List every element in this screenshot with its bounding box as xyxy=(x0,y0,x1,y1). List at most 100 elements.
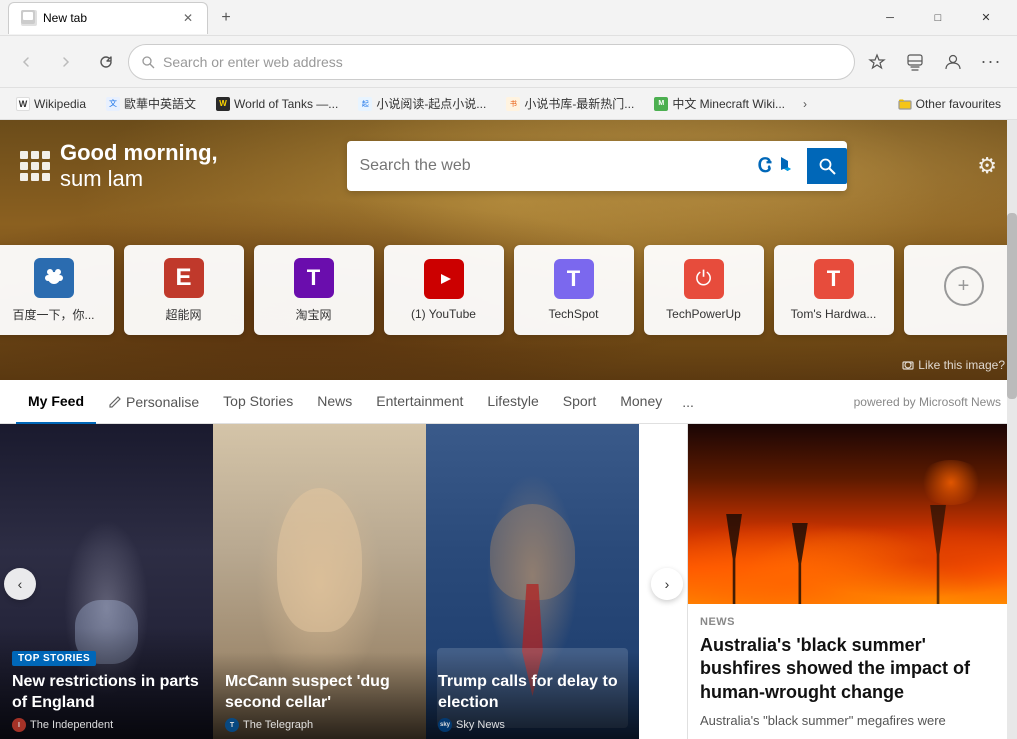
greeting-container: Good morning, sum lam xyxy=(20,140,218,192)
feed-section: My Feed Personalise Top Stories News Ent… xyxy=(0,380,1017,739)
bookmark-worldoftanks[interactable]: W World of Tanks —... xyxy=(208,95,346,113)
source-icon-2: T xyxy=(225,718,239,732)
scrollbar-thumb[interactable] xyxy=(1007,213,1017,399)
feed-tabs: My Feed Personalise Top Stories News Ent… xyxy=(0,380,1017,424)
bookmarks-more-button[interactable]: › xyxy=(799,95,811,113)
news-badge-1: TOP STORIES xyxy=(12,651,96,666)
carousel-prev-button[interactable]: ‹ xyxy=(4,568,36,600)
quick-link-youtube[interactable]: (1) YouTube xyxy=(384,245,504,335)
maximize-button[interactable]: □ xyxy=(915,2,961,34)
browser-frame: New tab ✕ + ─ □ ✕ Search or enter web ad… xyxy=(0,0,1017,739)
side-news-category: NEWS xyxy=(700,616,1005,628)
tab-my-feed[interactable]: My Feed xyxy=(16,380,96,424)
tab-close-button[interactable]: ✕ xyxy=(181,9,195,27)
close-button[interactable]: ✕ xyxy=(963,2,1009,34)
quick-link-chaoneng[interactable]: E 超能网 xyxy=(124,245,244,335)
bookmark-label: 歐華中英語文 xyxy=(124,95,196,112)
news-grid: ‹ TOP STORIES New restrictions in p xyxy=(0,424,1017,739)
like-image-label: Like this image? xyxy=(918,358,1005,372)
address-bar[interactable]: Search or enter web address xyxy=(128,44,855,80)
collections-button[interactable] xyxy=(897,44,933,80)
scrollbar[interactable] xyxy=(1007,120,1017,739)
xiaoshuo-icon: 书 xyxy=(506,97,520,111)
account-button[interactable] xyxy=(935,44,971,80)
other-favourites-label: Other favourites xyxy=(916,97,1001,111)
hero-search-input[interactable] xyxy=(359,157,750,175)
minecraft-icon: M xyxy=(654,97,668,111)
page-content: Good morning, sum lam Ꮳ xyxy=(0,120,1017,739)
tab-money[interactable]: Money xyxy=(608,380,674,424)
bookmark-label: 中文 Minecraft Wiki... xyxy=(672,95,785,112)
nav-icons: ··· xyxy=(859,44,1009,80)
hero-search-button[interactable] xyxy=(807,148,847,184)
baidu-icon xyxy=(34,258,74,298)
hero-top-area: Good morning, sum lam Ꮳ xyxy=(0,140,1017,192)
bookmark-qidian[interactable]: 起 小说阅读-起点小说... xyxy=(350,93,494,114)
side-news-description: Australia's "black summer" megafires wer… xyxy=(700,712,1005,730)
quick-link-taobao[interactable]: T 淘宝网 xyxy=(254,245,374,335)
taobao-icon: T xyxy=(294,258,334,298)
bookmark-label: World of Tanks —... xyxy=(234,97,338,111)
title-bar: New tab ✕ + ─ □ ✕ xyxy=(0,0,1017,36)
hero-section: Good morning, sum lam Ꮳ xyxy=(0,120,1017,380)
quick-link-label-youtube: (1) YouTube xyxy=(411,307,476,321)
quick-link-techpowerup[interactable]: ⏻ TechPowerUp xyxy=(644,245,764,335)
like-image-button[interactable]: Like this image? xyxy=(902,358,1005,372)
quick-links: 百度一下，你... E 超能网 T 淘宝网 (1) YouTube xyxy=(0,245,1017,335)
quick-link-label-techspot: TechSpot xyxy=(548,307,598,321)
apps-icon[interactable] xyxy=(20,151,50,181)
tab-news[interactable]: News xyxy=(305,380,364,424)
news-overlay-3: Trump calls for delay to election sky Sk… xyxy=(426,652,639,739)
personalise-tab[interactable]: Personalise xyxy=(96,380,211,424)
news-title-2: McCann suspect 'dug second cellar' xyxy=(225,672,414,714)
quick-link-techspot[interactable]: T TechSpot xyxy=(514,245,634,335)
tab-sport[interactable]: Sport xyxy=(551,380,608,424)
quick-link-label-baidu: 百度一下，你... xyxy=(12,306,94,323)
worldoftanks-icon: W xyxy=(216,97,230,111)
quick-link-label-chaoneng: 超能网 xyxy=(165,306,201,323)
tab-lifestyle[interactable]: Lifestyle xyxy=(475,380,550,424)
bookmark-minecraft[interactable]: M 中文 Minecraft Wiki... xyxy=(646,93,793,114)
quick-link-add[interactable]: + xyxy=(904,245,1017,335)
window-controls: ─ □ ✕ xyxy=(867,2,1009,34)
side-news[interactable]: NEWS Australia's 'black summer' bushfire… xyxy=(687,424,1017,739)
news-title-1: New restrictions in parts of England xyxy=(12,672,201,714)
bookmark-ouhua[interactable]: 文 歐華中英語文 xyxy=(98,93,204,114)
minimize-button[interactable]: ─ xyxy=(867,2,913,34)
news-title-3: Trump calls for delay to election xyxy=(438,672,627,714)
new-tab-button[interactable]: + xyxy=(212,4,240,32)
youtube-icon xyxy=(424,259,464,299)
bookmark-label: 小说书库-最新热门... xyxy=(524,95,634,112)
refresh-button[interactable] xyxy=(88,44,124,80)
quick-link-label-tomshardware: Tom's Hardwa... xyxy=(791,307,877,321)
side-news-image xyxy=(688,424,1017,604)
tab-entertainment[interactable]: Entertainment xyxy=(364,380,475,424)
news-source-3: sky Sky News xyxy=(438,718,627,732)
news-item-2[interactable]: McCann suspect 'dug second cellar' T The… xyxy=(213,424,426,739)
feed-tabs-more[interactable]: ... xyxy=(674,380,702,424)
settings-button[interactable]: ⚙ xyxy=(977,153,997,179)
bookmark-label: 小说阅读-起点小说... xyxy=(376,95,486,112)
add-icon: + xyxy=(944,266,984,306)
bookmark-wikipedia[interactable]: W Wikipedia xyxy=(8,95,94,113)
back-button[interactable] xyxy=(8,44,44,80)
chaoneng-icon: E xyxy=(164,258,204,298)
search-icon xyxy=(141,55,155,69)
side-news-title: Australia's 'black summer' bushfires sho… xyxy=(700,634,1005,704)
quick-link-baidu[interactable]: 百度一下，你... xyxy=(0,245,114,335)
address-text: Search or enter web address xyxy=(163,54,842,70)
tab-top-stories[interactable]: Top Stories xyxy=(211,380,305,424)
carousel-next-button[interactable]: › xyxy=(651,568,683,600)
other-favourites[interactable]: Other favourites xyxy=(890,95,1009,113)
techspot-icon: T xyxy=(554,259,594,299)
favorite-button[interactable] xyxy=(859,44,895,80)
bookmark-xiaoshuo[interactable]: 书 小说书库-最新热门... xyxy=(498,93,642,114)
news-item-3[interactable]: Trump calls for delay to election sky Sk… xyxy=(426,424,639,739)
quick-link-tomshardware[interactable]: T Tom's Hardwa... xyxy=(774,245,894,335)
hero-search-box[interactable]: Ꮳ xyxy=(347,141,847,191)
active-tab[interactable]: New tab ✕ xyxy=(8,2,208,34)
more-button[interactable]: ··· xyxy=(973,44,1009,80)
greeting-line1: Good morning, xyxy=(60,140,218,166)
forward-button[interactable] xyxy=(48,44,84,80)
qidian-icon: 起 xyxy=(358,97,372,111)
